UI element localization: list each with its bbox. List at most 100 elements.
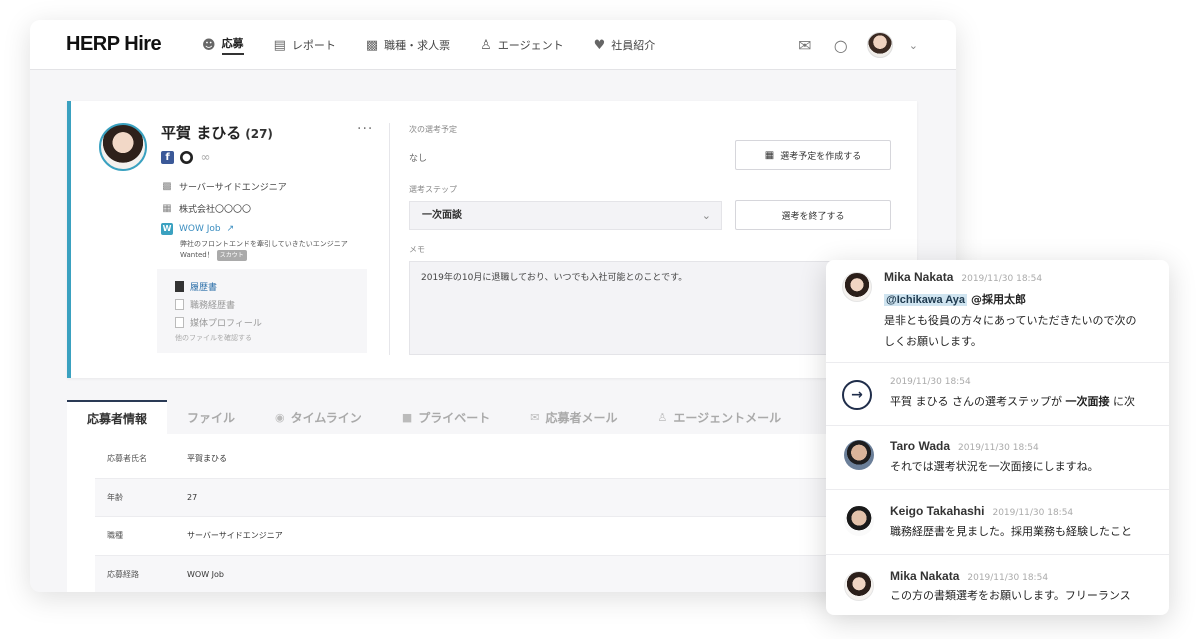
file-icon [175,316,184,328]
building-icon: ▦ [162,203,172,214]
table-row: 年齢 27 [95,478,889,517]
avatar [844,440,874,470]
candidate-card: 平賀 まひる (27) ··· f ● ∞ ▩ サーバーサイドエンジニア ▦ 株式… [67,101,917,378]
nav-item-label: 応募 [221,35,244,55]
avatar [844,571,874,601]
message-text-part: に次 [1109,395,1135,408]
tab-label: タイムライン [290,410,362,425]
row-key: 年齢 [107,492,123,502]
comments-icon: ◉ [275,410,285,424]
facebook-icon[interactable]: f [161,151,174,164]
avatar [844,506,874,536]
message-header: Mika Nakata 2019/11/30 18:54 [890,569,1048,583]
chat-message: Keigo Takahashi 2019/11/30 18:54 職務経歴書を見… [826,490,1169,555]
nav-item-label: 社員紹介 [611,39,656,52]
message-author: Mika Nakata [890,569,960,583]
file-label: 媒体プロフィール [190,318,262,329]
file-list: 履歴書 職務経歴書 媒体プロフィール 他のファイルを確認する [157,269,367,353]
tab-private[interactable]: ■ プライベート [382,400,510,434]
company-row: ▦ 株式会社〇〇〇〇 [161,202,251,215]
message-text: しくお願いします。 [884,335,982,348]
message-text-bold: 一次面接 [1065,395,1110,408]
source-logo-icon: W [161,223,173,235]
message-mentions: @Ichikawa Aya @採用太郎 [884,289,1026,311]
tab-applicant-mail[interactable]: ✉ 応募者メール [510,400,637,434]
tab-label: エージェントメール [673,410,782,425]
external-link-icon[interactable]: ↗ [227,224,235,234]
nav-item-applications[interactable]: ☻ 応募 [202,20,244,70]
applicant-info-table: 応募者氏名 平賀まひる 年齢 27 職種 サーバーサイドエンジニア 応募経路 W… [67,434,917,592]
message-header: Mika Nakata 2019/11/30 18:54 [884,270,1042,284]
main-nav: ☻ 応募 ▤ レポート ▩ 職種・求人票 ♙ エージェント ♥ 社員紹介 [202,20,685,70]
mail-icon[interactable]: ✉ [795,36,815,55]
github-icon[interactable]: ● [180,151,193,164]
row-key: 応募者氏名 [107,454,147,464]
message-text: 是非とも役員の方々にあっていただきたいので次の [884,314,1137,327]
file-item-resume[interactable]: 履歴書 [175,279,367,293]
tab-label: ファイル [187,410,236,425]
company-text: 株式会社〇〇〇〇 [179,205,252,215]
end-selection-label: 選考を終了する [781,211,845,222]
file-label: 職務経歴書 [190,300,236,311]
view-more-files-link[interactable]: 他のファイルを確認する [175,333,367,343]
candidate-avatar [99,123,147,171]
message-text: この方の書類選考をお願いします。フリーランス [890,589,1131,602]
step-select[interactable]: 一次面談 ⌄ [409,201,722,230]
table-row: 応募経路 WOW Job [95,555,889,592]
step-select-value: 一次面談 [422,210,462,221]
tab-applicant-info[interactable]: 応募者情報 [67,400,168,434]
more-menu-icon[interactable]: ··· [357,121,373,137]
end-selection-button[interactable]: 選考を終了する [735,200,891,230]
arrow-right-icon: → [842,380,872,410]
link-icon[interactable]: ∞ [199,151,212,164]
position-text: サーバーサイドエンジニア [179,183,287,193]
logo[interactable]: HERP Hire [66,33,162,56]
stage: HERP Hire ☻ 応募 ▤ レポート ▩ 職種・求人票 ♙ エージェント [0,0,1200,639]
message-header: 2019/11/30 18:54 [890,377,971,387]
tab-label: プライベート [418,410,491,425]
card-divider [389,123,390,355]
create-schedule-button[interactable]: ▦ 選考予定を作成する [735,140,891,170]
position-row: ▩ サーバーサイドエンジニア [161,180,287,193]
row-value: WOW Job [187,569,224,579]
handshake-icon: ♥ [593,37,606,53]
user-avatar[interactable] [866,32,893,58]
table-row: 応募者氏名 平賀まひる [95,440,889,479]
mention-tag[interactable]: @採用太郎 [971,293,1026,306]
agent-icon: ♙ [657,410,668,424]
nav-item-label: エージェント [497,39,564,52]
chevron-down-icon[interactable]: ⌄ [909,39,918,52]
tab-files[interactable]: ファイル [167,400,255,434]
next-schedule-label: 次の選考予定 [409,125,457,134]
message-header: Taro Wada 2019/11/30 18:54 [890,439,1039,453]
row-value: 27 [187,492,198,502]
mention-tag[interactable]: @Ichikawa Aya [884,294,968,306]
tab-label: 応募者メール [545,410,618,425]
message-header: Keigo Takahashi 2019/11/30 18:54 [890,504,1073,518]
main-window: HERP Hire ☻ 応募 ▤ レポート ▩ 職種・求人票 ♙ エージェント [30,20,956,592]
tab-timeline[interactable]: ◉ タイムライン [255,400,382,434]
nav-item-agents[interactable]: ♙ エージェント [480,20,563,70]
file-icon [175,280,184,292]
mail-icon: ✉ [530,410,540,424]
briefcase-icon: ▩ [162,181,172,192]
source-desc-line: Wanted！ スカウト [180,250,348,261]
chat-icon[interactable]: ○ [831,36,851,55]
file-item-cv[interactable]: 職務経歴書 [175,297,367,311]
nav-item-jobs[interactable]: ▩ 職種・求人票 [366,20,450,70]
message-text-part: 平賀 まひる さんの選考ステップが [890,395,1066,408]
nav-item-referrals[interactable]: ♥ 社員紹介 [594,20,656,70]
source-link[interactable]: WOW Job [179,224,221,234]
message-author: Mika Nakata [884,270,954,284]
message-text: 平賀 まひる さんの選考ステップが 一次面接 に次 [890,391,1135,412]
message-time: 2019/11/30 18:54 [967,573,1049,583]
step-label: 選考ステップ [409,185,457,194]
file-item-profile[interactable]: 媒体プロフィール [175,315,367,329]
tab-agent-mail[interactable]: ♙ エージェントメール [637,400,801,434]
users-icon: ☻ [202,37,216,53]
table-row: 職種 サーバーサイドエンジニア [95,517,889,556]
nav-item-reports[interactable]: ▤ レポート [274,20,336,70]
message-time: 2019/11/30 18:54 [958,443,1039,453]
source-row: W WOW Job ↗ [161,223,234,235]
memo-textarea[interactable]: 2019年の10月に退職しており、いつでも入社可能とのことです。 [409,261,891,355]
